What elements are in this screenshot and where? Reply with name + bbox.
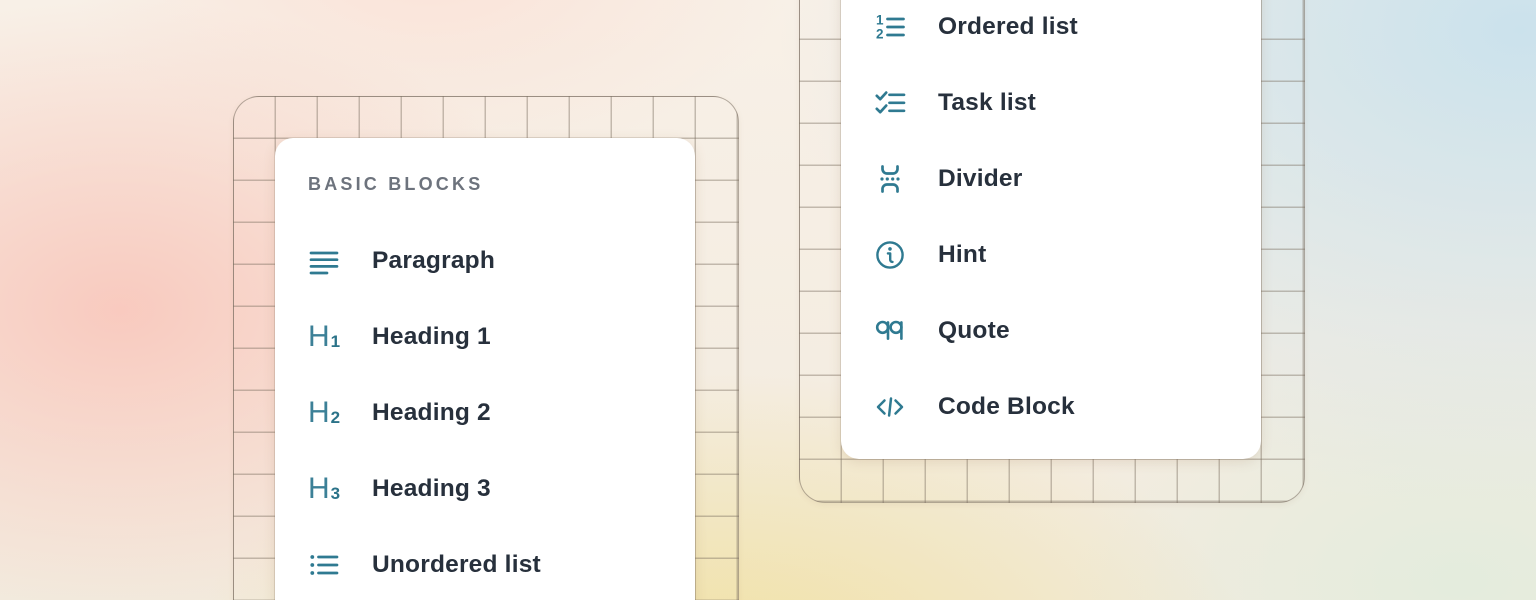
menu-item-label: Heading 3 bbox=[372, 475, 491, 503]
menu-item-label: Heading 2 bbox=[372, 399, 491, 427]
hint-icon bbox=[874, 239, 906, 271]
menu-item-heading-3[interactable]: H3 Heading 3 bbox=[275, 451, 695, 527]
menu-item-code-block[interactable]: Code Block bbox=[841, 369, 1261, 445]
svg-text:2: 2 bbox=[876, 27, 884, 42]
menu-item-quote[interactable]: Quote bbox=[841, 293, 1261, 369]
menu-item-label: Task list bbox=[938, 89, 1036, 117]
editor-blocks-illustration: BASIC BLOCKS Paragraph H1 Heading 1 H2 Headi… bbox=[0, 0, 1536, 600]
basic-blocks-menu: BASIC BLOCKS Paragraph H1 Heading 1 H2 Headi… bbox=[275, 138, 695, 600]
menu-item-label: Ordered list bbox=[938, 13, 1078, 41]
menu-item-paragraph[interactable]: Paragraph bbox=[275, 223, 695, 299]
divider-icon bbox=[874, 163, 906, 195]
paragraph-icon bbox=[308, 245, 340, 277]
menu-item-label: Hint bbox=[938, 241, 986, 269]
blocks-menu-continued: 12 Ordered list Task list Divider Hint Quote C… bbox=[841, 0, 1261, 459]
menu-item-label: Divider bbox=[938, 165, 1022, 193]
quote-icon bbox=[874, 315, 906, 347]
ordered-list-icon: 12 bbox=[874, 11, 906, 43]
menu-item-unordered-list[interactable]: Unordered list bbox=[275, 527, 695, 600]
menu-item-label: Paragraph bbox=[372, 247, 495, 275]
svg-text:1: 1 bbox=[876, 13, 884, 28]
menu-items-left: Paragraph H1 Heading 1 H2 Heading 2 H3 Heading… bbox=[275, 223, 695, 600]
menu-item-heading-1[interactable]: H1 Heading 1 bbox=[275, 299, 695, 375]
menu-item-ordered-list[interactable]: 12 Ordered list bbox=[841, 0, 1261, 65]
code-block-icon bbox=[874, 391, 906, 423]
menu-item-label: Unordered list bbox=[372, 551, 541, 579]
menu-item-divider[interactable]: Divider bbox=[841, 141, 1261, 217]
task-list-icon bbox=[874, 87, 906, 119]
heading-1-icon: H1 bbox=[308, 321, 340, 353]
menu-item-label: Quote bbox=[938, 317, 1010, 345]
unordered-list-icon bbox=[308, 549, 340, 581]
section-label: BASIC BLOCKS bbox=[275, 138, 695, 223]
menu-item-hint[interactable]: Hint bbox=[841, 217, 1261, 293]
menu-item-task-list[interactable]: Task list bbox=[841, 65, 1261, 141]
heading-2-icon: H2 bbox=[308, 397, 340, 429]
menu-item-label: Heading 1 bbox=[372, 323, 491, 351]
menu-item-label: Code Block bbox=[938, 393, 1075, 421]
menu-item-heading-2[interactable]: H2 Heading 2 bbox=[275, 375, 695, 451]
heading-3-icon: H3 bbox=[308, 473, 340, 505]
menu-items-right: 12 Ordered list Task list Divider Hint Quote C… bbox=[841, 0, 1261, 445]
